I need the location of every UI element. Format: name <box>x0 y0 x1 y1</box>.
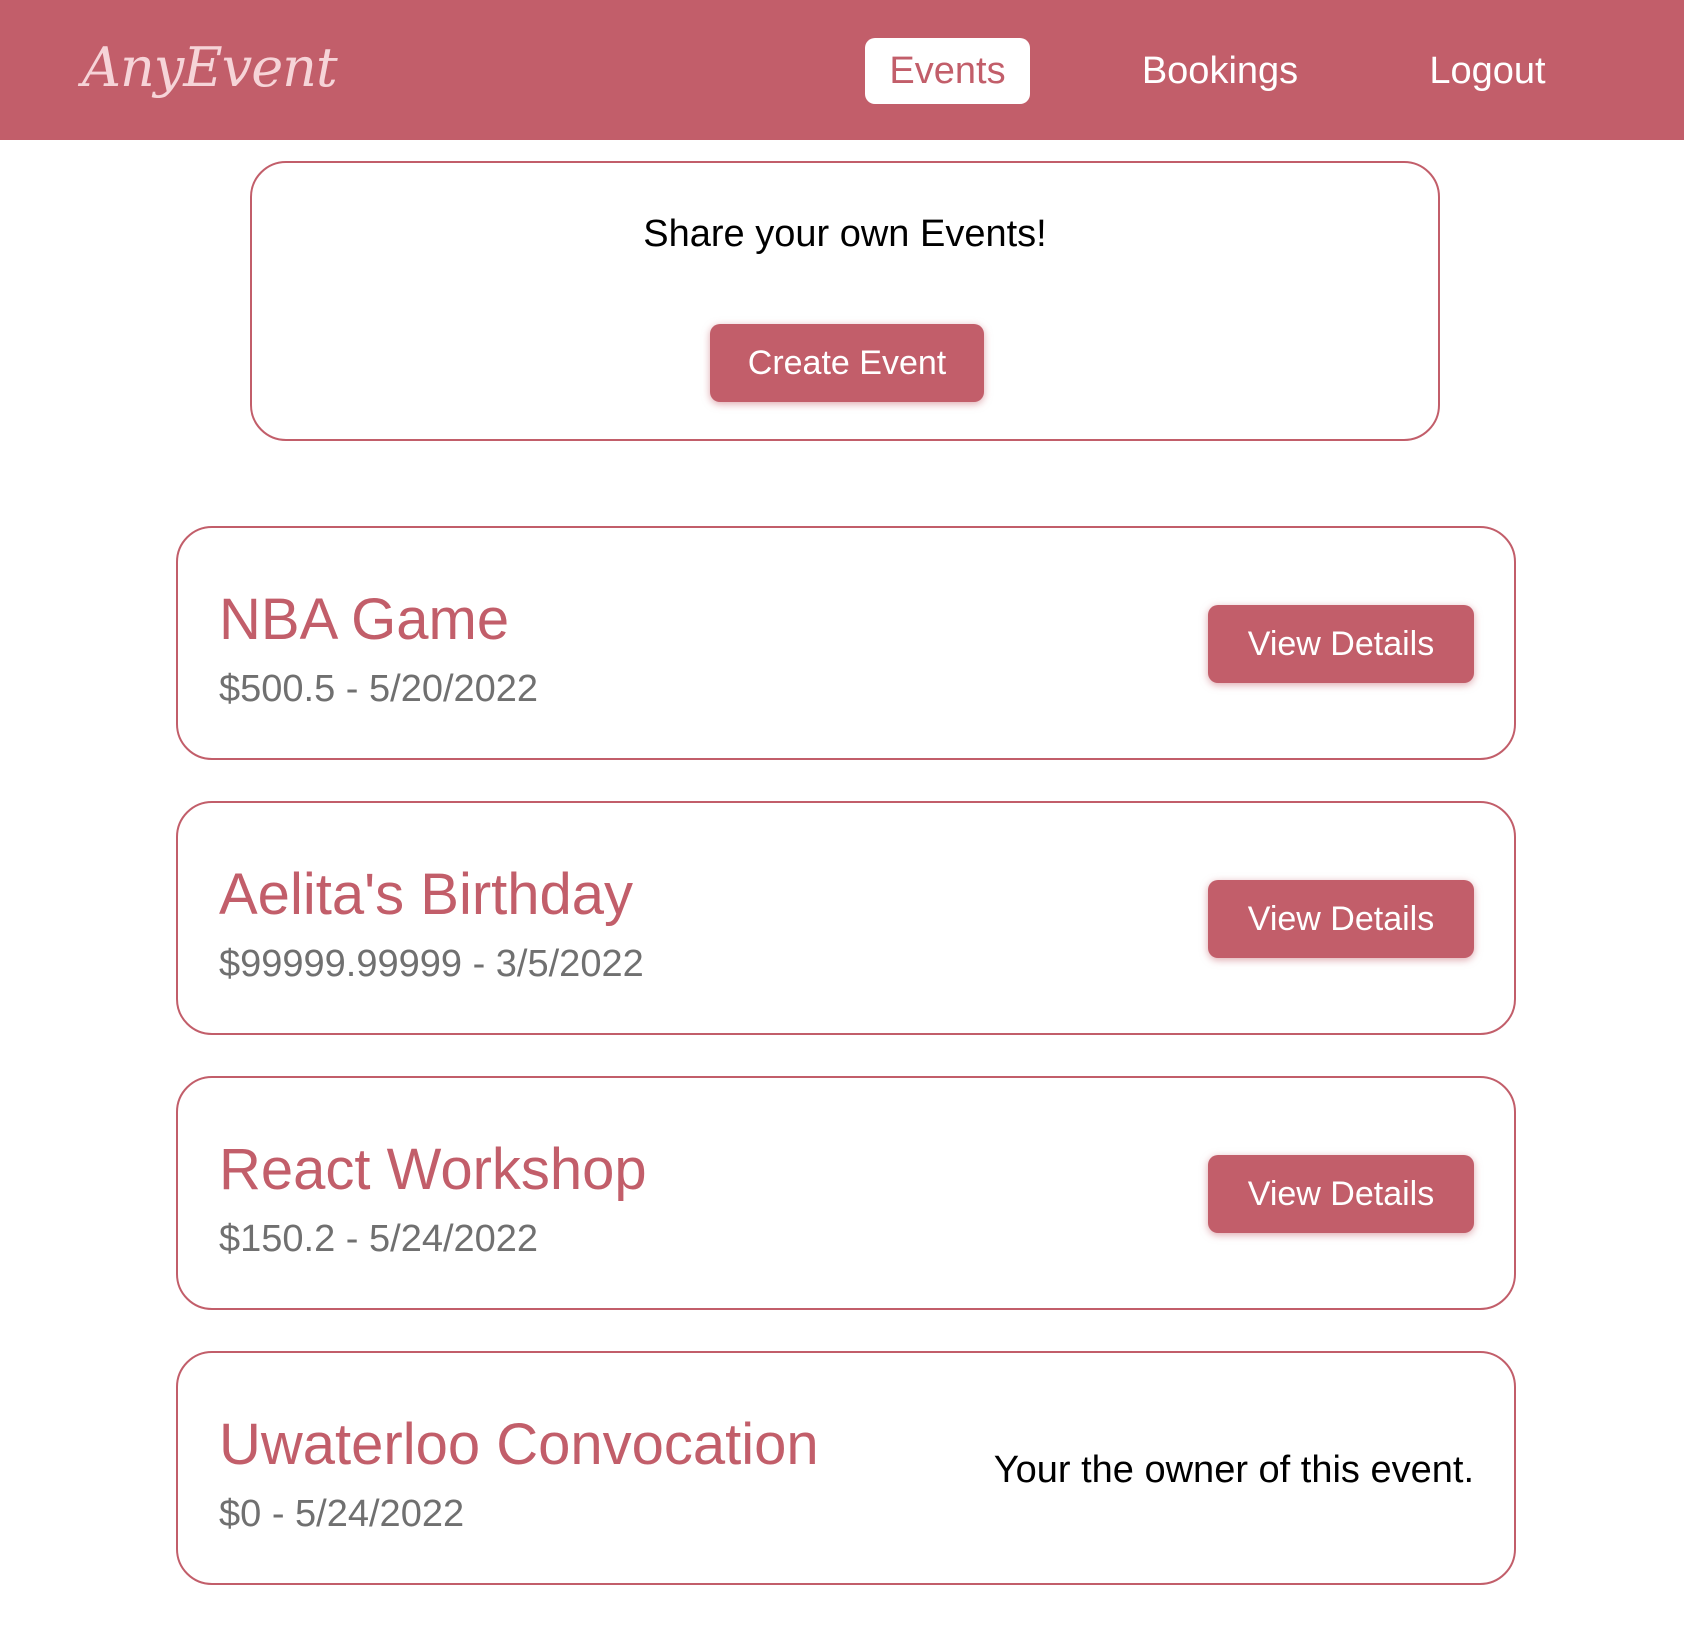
create-event-button[interactable]: Create Event <box>710 324 984 402</box>
top-navbar: AnyEvent Events Bookings Logout <box>0 0 1684 140</box>
nav-logout-link[interactable]: Logout <box>1400 38 1575 104</box>
event-list: NBA Game $500.5 - 5/20/2022 View Details… <box>176 526 1516 1626</box>
view-details-button[interactable]: View Details <box>1208 880 1474 958</box>
nav-bookings-link[interactable]: Bookings <box>1110 38 1330 104</box>
create-event-card: Share your own Events! Create Event <box>250 161 1440 441</box>
event-price-date: $500.5 - 5/20/2022 <box>219 668 539 710</box>
event-title: NBA Game <box>219 587 510 652</box>
event-title: React Workshop <box>219 1137 647 1202</box>
create-event-heading: Share your own Events! <box>643 213 1047 255</box>
view-details-button[interactable]: View Details <box>1208 605 1474 683</box>
view-details-button[interactable]: View Details <box>1208 1155 1474 1233</box>
owner-note: Your the owner of this event. <box>993 1449 1474 1491</box>
event-card: Aelita's Birthday $99999.99999 - 3/5/202… <box>176 801 1516 1035</box>
event-price-date: $99999.99999 - 3/5/2022 <box>219 943 644 985</box>
event-title: Aelita's Birthday <box>219 862 634 927</box>
event-card: Uwaterloo Convocation $0 - 5/24/2022 You… <box>176 1351 1516 1585</box>
event-card: React Workshop $150.2 - 5/24/2022 View D… <box>176 1076 1516 1310</box>
event-card: NBA Game $500.5 - 5/20/2022 View Details <box>176 526 1516 760</box>
app-logo[interactable]: AnyEvent <box>82 36 338 99</box>
event-title: Uwaterloo Convocation <box>219 1412 819 1477</box>
event-price-date: $0 - 5/24/2022 <box>219 1493 465 1535</box>
nav-events-link[interactable]: Events <box>865 38 1030 104</box>
event-price-date: $150.2 - 5/24/2022 <box>219 1218 539 1260</box>
